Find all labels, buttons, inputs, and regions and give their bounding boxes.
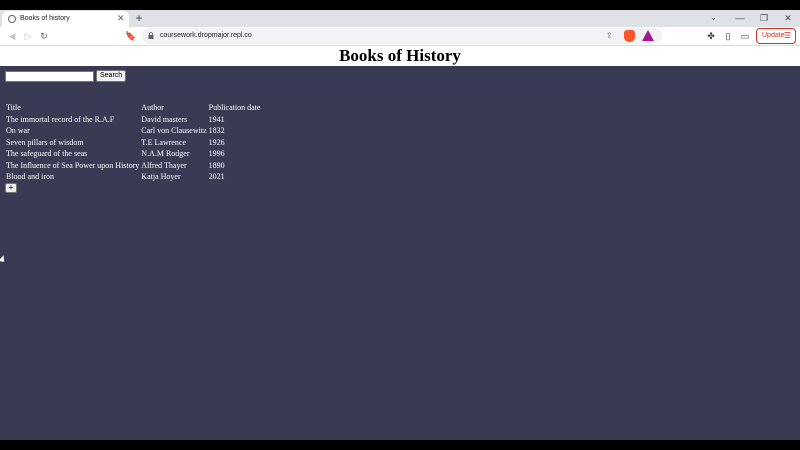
column-header-publication-date: Publication date — [208, 103, 261, 113]
cell-date: 1926 — [208, 137, 225, 147]
cell-author: Carl von Clausewitz — [141, 126, 207, 136]
cell-date: 2021 — [208, 172, 225, 182]
cell-author: Katja Hoyer — [141, 172, 181, 182]
reload-icon[interactable]: ↻ — [37, 29, 51, 43]
cell-title: The safeguard of the seas — [6, 149, 88, 159]
table-row: Blood and iron Katja Hoyer 2021 — [5, 171, 261, 183]
lock-icon — [148, 32, 154, 39]
books-table: Title Author Publication date The immort… — [5, 102, 261, 183]
add-book-button[interactable]: + — [5, 183, 17, 193]
table-header-row: Title Author Publication date — [5, 102, 261, 114]
table-row: On war Carl von Clausewitz 1832 — [5, 125, 261, 137]
mouse-cursor-icon — [0, 255, 8, 265]
cell-date: 1832 — [208, 126, 225, 136]
search-input[interactable] — [5, 71, 94, 82]
tab-books-of-history[interactable]: Books of history ✕ — [2, 11, 129, 27]
minimize-button[interactable]: — — [728, 10, 752, 26]
url-text: coursework.dropmajor.repl.co — [160, 32, 252, 39]
cell-title: The Influence of Sea Power upon History — [6, 160, 140, 170]
brave-rewards-icon[interactable] — [642, 30, 654, 41]
cell-title: On war — [6, 126, 30, 136]
page-header: Books of History — [0, 46, 800, 66]
cell-title: The immortal record of the R.A.F — [6, 114, 115, 124]
cell-title: Seven pillars of wisdom — [6, 137, 84, 147]
column-header-author: Author — [141, 103, 164, 113]
address-bar[interactable]: coursework.dropmajor.repl.co ⇪ — [142, 28, 662, 44]
back-arrow-icon[interactable]: ◀ — [5, 29, 19, 43]
table-row: The Influence of Sea Power upon History … — [5, 160, 261, 172]
forward-arrow-icon[interactable]: ▷ — [21, 29, 35, 43]
wallet-icon[interactable]: ▭ — [738, 29, 752, 43]
tab-search-chevron-icon[interactable]: ⌄ — [710, 11, 717, 25]
extensions-puzzle-icon[interactable]: ✤ — [704, 29, 718, 43]
column-header-title: Title — [6, 103, 21, 113]
table-row: The safeguard of the seas N.A.M Rodger 1… — [5, 148, 261, 160]
menu-icon: ☰ — [783, 31, 791, 40]
brave-shields-icon[interactable] — [624, 30, 635, 42]
page-title: Books of History — [339, 46, 461, 65]
table-row: Seven pillars of wisdom T.E Lawrence 192… — [5, 137, 261, 149]
tab-strip: Books of history ✕ + ⌄ — ❐ ✕ — [0, 10, 800, 27]
update-label: Update — [762, 32, 785, 39]
sidebar-icon[interactable]: ▯ — [721, 29, 735, 43]
cell-title: Blood and iron — [6, 172, 54, 182]
page-content: Books of History Search Title Author Pub… — [0, 46, 800, 440]
browser-toolbar: ◀ ▷ ↻ 🔖 coursework.dropmajor.repl.co ⇪ ✤… — [0, 27, 800, 46]
bookmark-icon[interactable]: 🔖 — [125, 29, 137, 43]
cell-date: 1996 — [208, 149, 225, 159]
update-button[interactable]: Update ☰ — [756, 28, 796, 44]
cell-date: 1941 — [208, 114, 225, 124]
cell-author: Alfred Thayer — [141, 160, 187, 170]
globe-icon — [8, 15, 16, 23]
browser-window: Books of history ✕ + ⌄ — ❐ ✕ ◀ ▷ ↻ 🔖 cou… — [0, 10, 800, 440]
close-tab-icon[interactable]: ✕ — [117, 12, 125, 25]
tab-title: Books of history — [20, 15, 70, 22]
cell-author: David masters — [141, 114, 188, 124]
screen: Books of history ✕ + ⌄ — ❐ ✕ ◀ ▷ ↻ 🔖 cou… — [0, 0, 800, 450]
search-button[interactable]: Search — [96, 70, 127, 82]
close-window-button[interactable]: ✕ — [776, 10, 800, 26]
cell-author: N.A.M Rodger — [141, 149, 190, 159]
restore-button[interactable]: ❐ — [752, 10, 776, 26]
table-row: The immortal record of the R.A.F David m… — [5, 114, 261, 126]
new-tab-button[interactable]: + — [133, 10, 145, 26]
cell-date: 1890 — [208, 160, 225, 170]
share-icon[interactable]: ⇪ — [606, 29, 613, 43]
cell-author: T.E Lawrence — [141, 137, 187, 147]
